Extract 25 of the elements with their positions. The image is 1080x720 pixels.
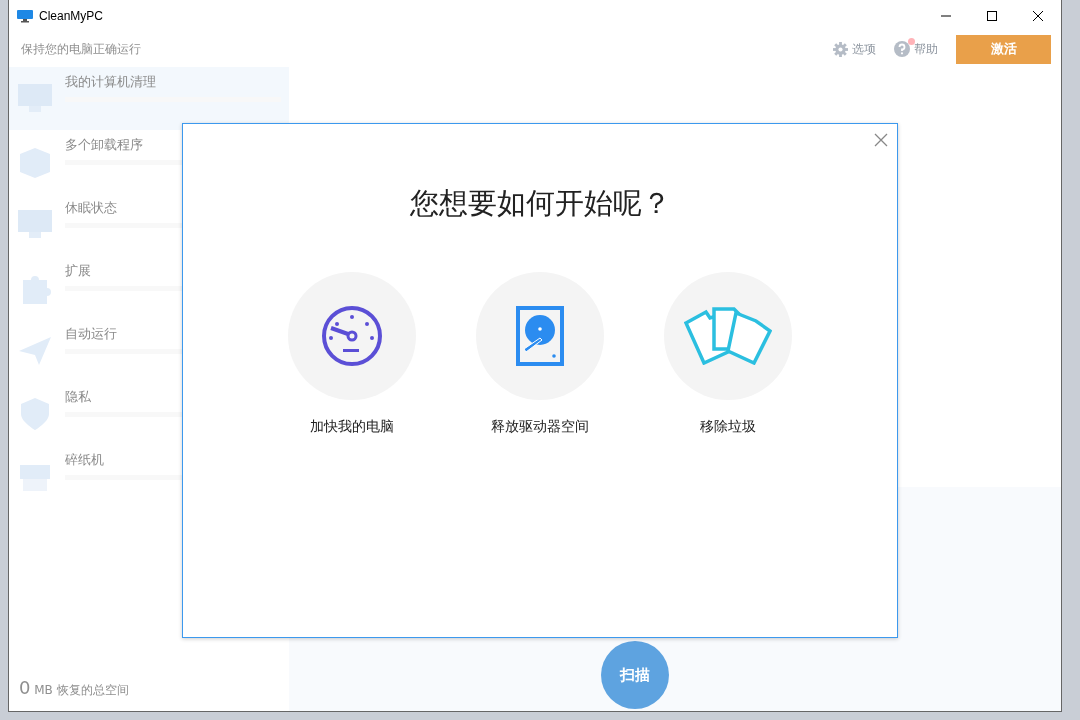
window-title: CleanMyPC xyxy=(39,8,104,23)
maximize-icon xyxy=(986,9,998,22)
close-icon xyxy=(1032,9,1044,22)
close-icon xyxy=(874,133,888,147)
scan-button[interactable]: 扫描 xyxy=(601,641,669,709)
sidebar-label: 碎纸机 xyxy=(65,451,105,469)
sidebar-label: 隐私 xyxy=(65,388,92,406)
hard-drive-icon xyxy=(516,306,564,366)
dialog-title: 您想要如何开始呢？ xyxy=(409,185,671,222)
speedometer-icon xyxy=(321,305,383,367)
sidebar-label: 多个卸载程序 xyxy=(65,136,144,154)
activate-button[interactable]: 激活 xyxy=(956,34,1051,64)
sidebar-label: 自动运行 xyxy=(65,325,118,343)
help-icon xyxy=(894,41,910,57)
sidebar-label: 休眠状态 xyxy=(65,199,118,217)
help-link[interactable]: 帮助 xyxy=(894,40,938,58)
sidebar-label: 扩展 xyxy=(65,262,92,280)
recovered-space-text: 0 MB 恢复的总空间 xyxy=(18,677,130,700)
gear-icon xyxy=(833,41,848,57)
subtitle-text: 保持您的电脑正确运行 xyxy=(21,40,141,58)
sidebar-label: 我的计算机清理 xyxy=(65,73,157,91)
options-link[interactable]: 选项 xyxy=(833,40,876,58)
close-button[interactable] xyxy=(873,132,889,148)
documents-icon xyxy=(684,307,772,365)
monitor-icon xyxy=(17,8,33,23)
